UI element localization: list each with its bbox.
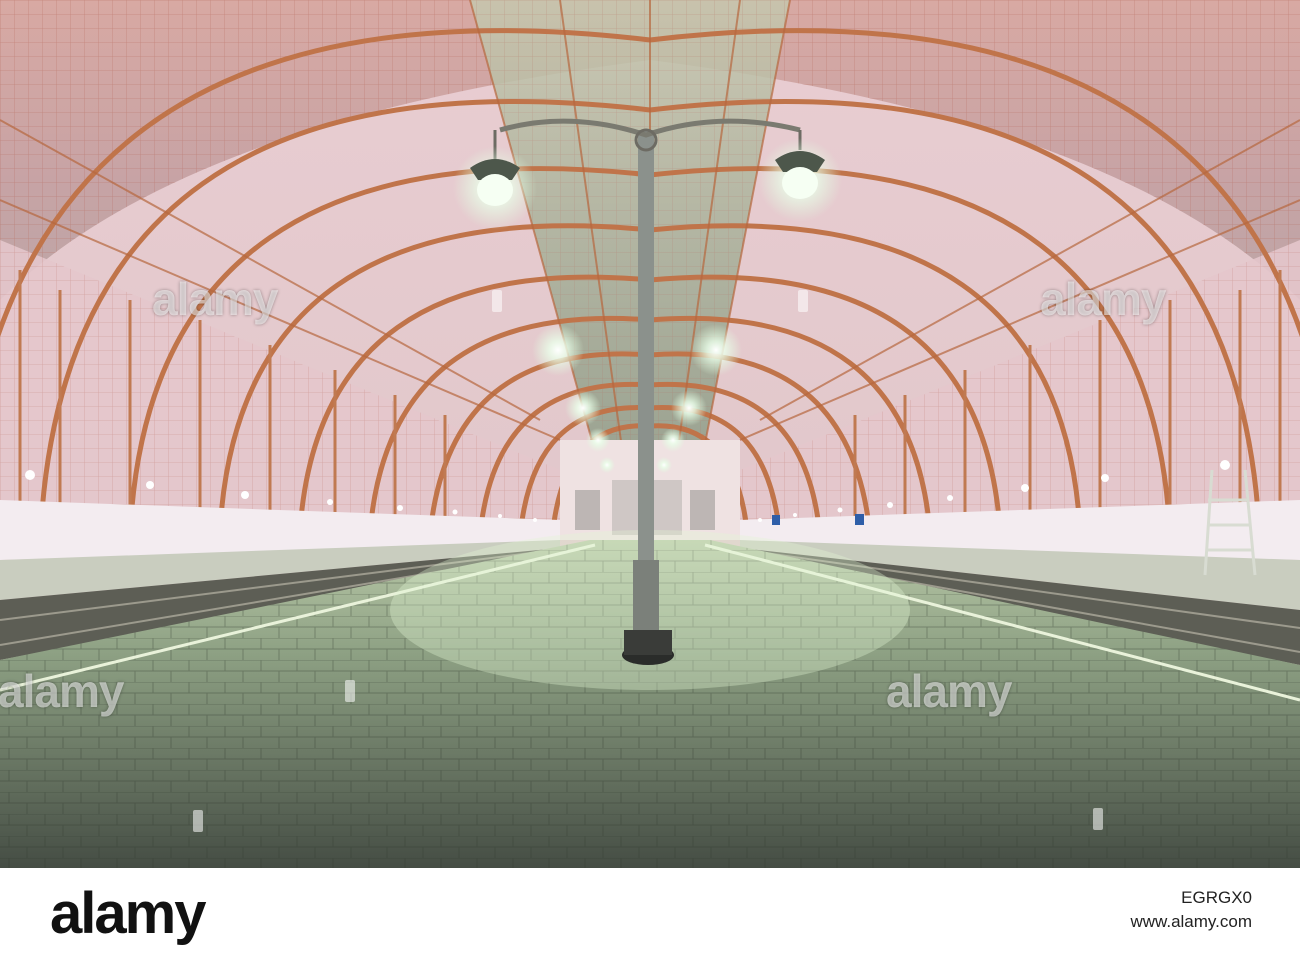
- watermark-mark: [345, 680, 355, 702]
- watermark: alamy: [886, 665, 1012, 717]
- image-id: EGRGX0: [1181, 888, 1252, 907]
- watermark-mark: [798, 290, 808, 312]
- stock-footer: alamy EGRGX0 www.alamy.com: [0, 868, 1300, 957]
- platform-sign-right: [855, 514, 864, 525]
- platform-sign-left: [772, 515, 780, 525]
- image-info: EGRGX0 www.alamy.com: [1130, 886, 1252, 934]
- watermark-mark: [1093, 808, 1103, 830]
- watermark-mark: [492, 290, 502, 312]
- stock-photo-frame: alamy alamy alamy alamy alamy EGRGX0 www…: [0, 0, 1300, 957]
- train-station-photo: alamy alamy alamy alamy: [0, 0, 1300, 868]
- watermark: alamy: [1040, 273, 1166, 325]
- pendant-lamp-left: [453, 146, 537, 230]
- pendant-lamp-right: [758, 138, 842, 222]
- watermark-mark: [193, 810, 203, 832]
- watermark: alamy: [0, 665, 124, 717]
- watermark: alamy: [152, 273, 278, 325]
- brand-logo: alamy: [50, 881, 206, 946]
- station-scene: [0, 0, 1300, 868]
- site-url: www.alamy.com: [1130, 912, 1252, 931]
